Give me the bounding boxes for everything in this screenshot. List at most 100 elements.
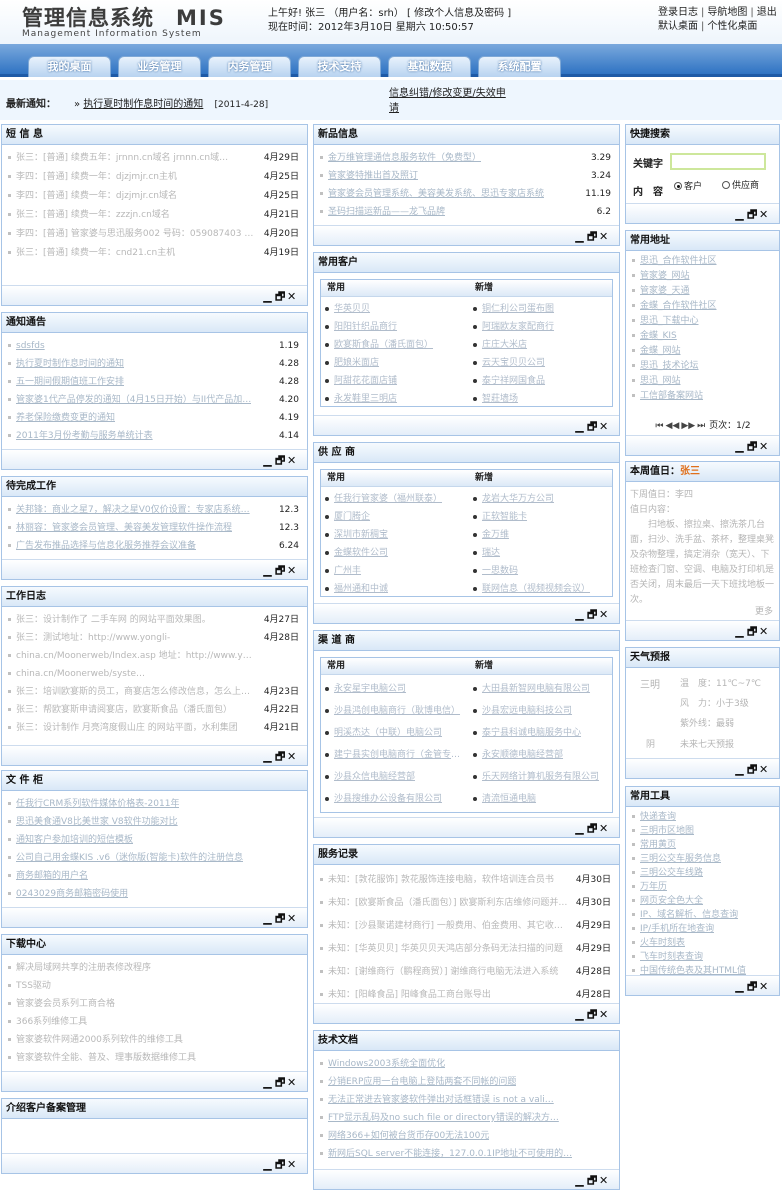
- service-item[interactable]: 未知：[谢维商行（鹏程商贸）] 谢维商行电脑无法进入系统 4月28日: [320, 961, 615, 984]
- service-item[interactable]: 未知：[欧宴斯食品（潘氏面包）] 欧宴斯利东店维修问题并到信息路题 4月30日: [320, 892, 615, 915]
- tool-link[interactable]: 火车时刻表: [632, 936, 775, 950]
- address-link[interactable]: 管家婆_天通: [632, 284, 775, 299]
- close-icon[interactable]: ✕: [287, 564, 299, 577]
- new-item[interactable]: 龙岩大华万方公司: [473, 490, 615, 508]
- close-icon[interactable]: ✕: [759, 980, 771, 993]
- minimize-icon[interactable]: ▁: [575, 822, 587, 835]
- close-icon[interactable]: ✕: [287, 454, 299, 467]
- download-item[interactable]: 解决局域网共享的注册表修改程序: [8, 959, 303, 977]
- close-icon[interactable]: ✕: [759, 763, 771, 776]
- service-item[interactable]: 未知：[敦花服饰] 敦花服饰连接电脑，软件培训连合员书 4月30日: [320, 869, 615, 892]
- minimize-icon[interactable]: ▁: [575, 1174, 587, 1187]
- radio-supplier[interactable]: 供应商: [722, 179, 778, 193]
- new-item[interactable]: 大田县新智网电脑有限公司: [473, 678, 615, 700]
- new-item[interactable]: 阿瑞欧友家配商行: [473, 318, 615, 336]
- common-item[interactable]: 沙县搜维办公设备有限公司: [325, 788, 467, 810]
- new-item[interactable]: 智莊墙场: [473, 390, 615, 408]
- close-icon[interactable]: ✕: [287, 1158, 299, 1171]
- common-item[interactable]: 厦门腾企: [325, 508, 467, 526]
- weather-forecast-link[interactable]: 未来七天预报: [680, 737, 734, 750]
- restore-icon[interactable]: 🗗: [747, 206, 759, 225]
- download-item[interactable]: 管家婆软件网通2000系列软件的维修工具: [8, 1031, 303, 1049]
- close-icon[interactable]: ✕: [599, 230, 611, 243]
- minimize-icon[interactable]: ▁: [263, 1076, 275, 1089]
- address-link[interactable]: 工信部备案网站: [632, 389, 775, 404]
- close-icon[interactable]: ✕: [759, 440, 771, 453]
- common-item[interactable]: 广州丰: [325, 562, 467, 580]
- new-item[interactable]: 正软智能卡: [473, 508, 615, 526]
- announce-item[interactable]: 五一期间假期值班工作安排 4.28: [8, 373, 303, 391]
- techdoc-item[interactable]: 新网后SQL server不能连接，127.0.0.1IP地址不可使用的…: [320, 1145, 615, 1163]
- radio-customer[interactable]: 客户: [674, 179, 702, 192]
- common-item[interactable]: 沙县鸿创电脑商行（耿博电信）: [325, 700, 467, 722]
- sms-item[interactable]: 张三：[普通] 续费一年：cnd21.cn主机 4月19日: [8, 244, 303, 263]
- new-item[interactable]: 联网信息（视频视频会议）: [473, 580, 615, 598]
- sms-item[interactable]: 李四：[普通] 续费一年：djzjmjr.cn域名 4月25日: [8, 187, 303, 206]
- address-link[interactable]: 思迅_合作软件社区: [632, 254, 775, 269]
- techdoc-item[interactable]: FTP显示乱码及no such file or directory错误的解决方…: [320, 1109, 615, 1127]
- download-item[interactable]: TSS驱动: [8, 977, 303, 995]
- product-item[interactable]: 金万维管理通信息服务软件（免费型） 3.29: [320, 149, 615, 167]
- todo-item[interactable]: 关邦锋：商业之星7，解决之星V0仅价设置：专家店系统… 12.3: [8, 501, 303, 519]
- tab-my-desktop[interactable]: 我的桌面: [28, 56, 111, 77]
- announce-item[interactable]: 执行夏时制作息时间的通知 4.28: [8, 355, 303, 373]
- worklog-item[interactable]: 张三：测试地址：http://www.yongli- 4月28日: [8, 629, 303, 647]
- close-icon[interactable]: ✕: [287, 1076, 299, 1089]
- minimize-icon[interactable]: ▁: [263, 1158, 275, 1171]
- correction-link[interactable]: 信息纠错/修改变更/失效申请: [389, 86, 511, 116]
- address-link[interactable]: 金蝶_KIS: [632, 329, 775, 344]
- restore-icon[interactable]: 🗗: [587, 820, 599, 839]
- new-item[interactable]: 清流恒通电脑: [473, 788, 615, 810]
- address-link[interactable]: 金蝶_网站: [632, 344, 775, 359]
- notice-link[interactable]: 执行夏时制作息时间的通知: [83, 99, 203, 110]
- new-item[interactable]: 泰宁县科诚电脑服务中心: [473, 722, 615, 744]
- common-item[interactable]: 建宁县实创电脑商行（金管专员）: [325, 744, 467, 766]
- default-desktop-link[interactable]: 默认桌面: [658, 21, 698, 32]
- techdoc-item[interactable]: Windows2003系统全面优化: [320, 1055, 615, 1073]
- file-item[interactable]: 思迅美食通V8比美世家 V8软件功能对比: [8, 813, 303, 831]
- close-icon[interactable]: ✕: [599, 608, 611, 621]
- techdoc-item[interactable]: 网络366+如何被台货币存00无法100元: [320, 1127, 615, 1145]
- new-item[interactable]: 永安顺德电脑经营部: [473, 744, 615, 766]
- worklog-item[interactable]: 张三：设计制作 月亮湾度假山庄 的网站平面，水利集团 4月21日: [8, 719, 303, 737]
- restore-icon[interactable]: 🗗: [275, 1156, 287, 1175]
- restore-icon[interactable]: 🗗: [275, 562, 287, 581]
- tab-system-config[interactable]: 系统配置: [478, 56, 561, 77]
- address-link[interactable]: 思迅_网站: [632, 374, 775, 389]
- new-item[interactable]: 沙县宏远电脑科技公司: [473, 700, 615, 722]
- tool-link[interactable]: 常用黄页: [632, 838, 775, 852]
- product-item[interactable]: 管家婆会员管理系统、美容美发系统、思迅专家店系统 11.19: [320, 185, 615, 203]
- tool-link[interactable]: 飞车时刻表查询: [632, 950, 775, 964]
- tab-internal[interactable]: 内务管理: [208, 56, 291, 77]
- last-page-icon[interactable]: ⏭: [697, 421, 705, 431]
- nav-map-link[interactable]: 导航地图: [707, 7, 747, 18]
- worklog-item[interactable]: china.cn/Moonerweb/Index.asp 地址：http://w…: [8, 647, 303, 665]
- tab-business[interactable]: 业务管理: [118, 56, 201, 77]
- worklog-item[interactable]: china.cn/Moonerweb/syste…: [8, 665, 303, 683]
- minimize-icon[interactable]: ▁: [263, 454, 275, 467]
- file-item[interactable]: 通知客户参加培训的短信模板: [8, 831, 303, 849]
- new-item[interactable]: 庄庄大米店: [473, 336, 615, 354]
- more-link[interactable]: 更多: [755, 604, 773, 617]
- worklog-item[interactable]: 张三：设计制作了 二手车网 的网站平面效果图。 4月27日: [8, 611, 303, 629]
- common-item[interactable]: 永安星宇电脑公司: [325, 678, 467, 700]
- worklog-item[interactable]: 张三：培训欧宴斯的员工，商宴店怎么修改信息，怎么上传资宝员。欧宴斯食品（潘氏面包…: [8, 683, 303, 701]
- minimize-icon[interactable]: ▁: [575, 420, 587, 433]
- restore-icon[interactable]: 🗗: [587, 1006, 599, 1025]
- download-item[interactable]: 366系列维修工具: [8, 1013, 303, 1031]
- minimize-icon[interactable]: ▁: [263, 912, 275, 925]
- techdoc-item[interactable]: 分销ERP应用一台电脑上登陆两套不同帐的问题: [320, 1073, 615, 1091]
- minimize-icon[interactable]: ▁: [575, 1008, 587, 1021]
- close-icon[interactable]: ✕: [759, 625, 771, 638]
- minimize-icon[interactable]: ▁: [263, 290, 275, 303]
- common-item[interactable]: 深圳市新稠宝: [325, 526, 467, 544]
- common-item[interactable]: 沙县众信电脑经营部: [325, 766, 467, 788]
- tool-link[interactable]: 快递查询: [632, 810, 775, 824]
- restore-icon[interactable]: 🗗: [747, 623, 759, 642]
- minimize-icon[interactable]: ▁: [263, 564, 275, 577]
- tool-link[interactable]: 三明公交车线路: [632, 866, 775, 880]
- minimize-icon[interactable]: ▁: [735, 440, 747, 453]
- address-link[interactable]: 金蝶_合作软件社区: [632, 299, 775, 314]
- close-icon[interactable]: ✕: [599, 420, 611, 433]
- restore-icon[interactable]: 🗗: [747, 978, 759, 997]
